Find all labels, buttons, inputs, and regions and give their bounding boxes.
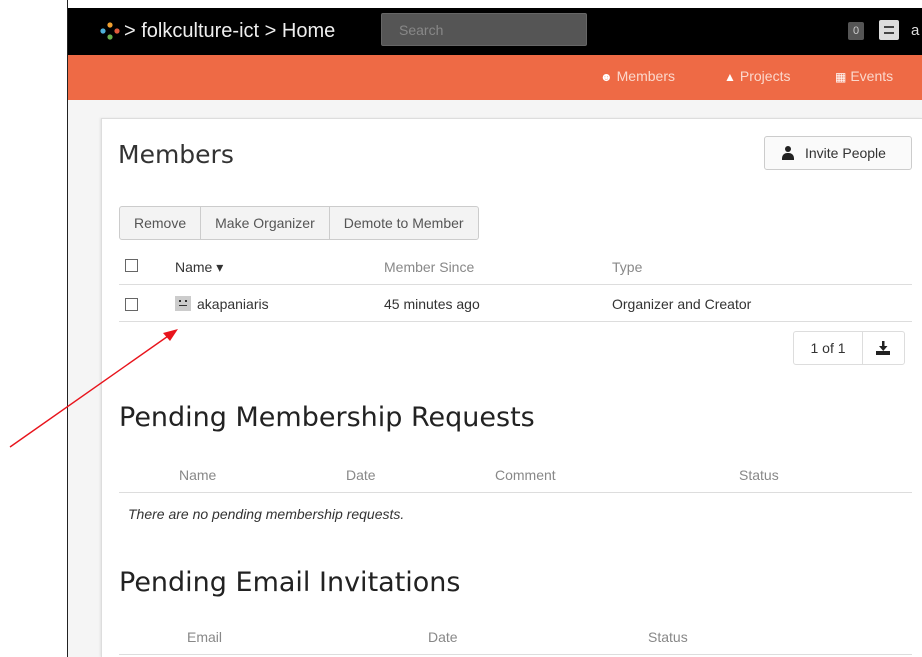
page-indicator: 1 of 1: [794, 332, 863, 364]
sitemap-icon: ▲: [724, 70, 736, 84]
download-button[interactable]: [863, 332, 904, 364]
column-header-name: Name: [179, 467, 217, 483]
column-header-status: Status: [739, 467, 779, 483]
column-header-email: Email: [187, 629, 223, 645]
column-header-date: Date: [346, 467, 376, 483]
logo-icon[interactable]: [100, 22, 120, 40]
breadcrumb-separator: >: [124, 20, 136, 42]
user-avatar[interactable]: [879, 20, 899, 40]
search-input[interactable]: Search: [381, 13, 587, 46]
page-title: Members: [118, 140, 234, 169]
column-header-date: Date: [428, 629, 458, 645]
table-divider: [119, 321, 912, 322]
calendar-icon: ▦: [835, 70, 847, 84]
column-header-member-since[interactable]: Member Since: [384, 259, 474, 275]
breadcrumb-separator: >: [264, 20, 277, 42]
menu-item-label: Members: [616, 68, 675, 84]
breadcrumb-project[interactable]: folkculture-ict: [141, 20, 259, 42]
demote-to-member-button[interactable]: Demote to Member: [330, 207, 478, 239]
member-since: 45 minutes ago: [384, 296, 480, 312]
pending-requests-title: Pending Membership Requests: [119, 402, 535, 433]
column-header-type[interactable]: Type: [612, 259, 642, 275]
users-icon: ☻: [600, 70, 613, 84]
column-header-comment: Comment: [495, 467, 556, 483]
user-name[interactable]: a: [911, 22, 919, 39]
member-name[interactable]: akapaniaris: [197, 296, 269, 312]
pagination: 1 of 1: [793, 331, 905, 365]
invite-people-button[interactable]: Invite People: [764, 136, 912, 170]
menu-item-projects[interactable]: ▲ Projects: [724, 68, 790, 84]
select-all-checkbox[interactable]: [125, 259, 138, 272]
member-avatar: [175, 296, 191, 311]
notification-badge[interactable]: 0: [848, 22, 864, 40]
invite-people-label: Invite People: [805, 145, 886, 161]
breadcrumb: > folkculture-ict > Home: [124, 20, 335, 43]
left-gutter: [0, 0, 67, 657]
column-header-name[interactable]: Name ▾: [175, 259, 223, 276]
row-checkbox[interactable]: [125, 298, 138, 311]
person-icon: [782, 146, 794, 160]
menu-item-label: Projects: [739, 68, 791, 84]
breadcrumb-page[interactable]: Home: [282, 20, 335, 42]
pending-invites-title: Pending Email Invitations: [119, 567, 461, 598]
remove-button[interactable]: Remove: [120, 207, 202, 239]
empty-requests-message: There are no pending membership requests…: [128, 506, 405, 522]
make-organizer-button[interactable]: Make Organizer: [201, 207, 330, 239]
member-type: Organizer and Creator: [612, 296, 752, 312]
column-header-status: Status: [648, 629, 688, 645]
table-divider: [119, 284, 912, 285]
download-icon: [876, 341, 890, 355]
member-actions: Remove Make Organizer Demote to Member: [119, 206, 479, 240]
section-menubar: ☻ Members ▲ Projects ▦ Events: [68, 55, 922, 100]
menu-item-events[interactable]: ▦ Events: [835, 68, 893, 84]
menu-item-label: Events: [850, 68, 894, 84]
top-navbar: > folkculture-ict > Home Search 0 a: [68, 8, 922, 55]
menu-item-members[interactable]: ☻ Members: [600, 68, 675, 84]
table-divider: [119, 654, 912, 655]
